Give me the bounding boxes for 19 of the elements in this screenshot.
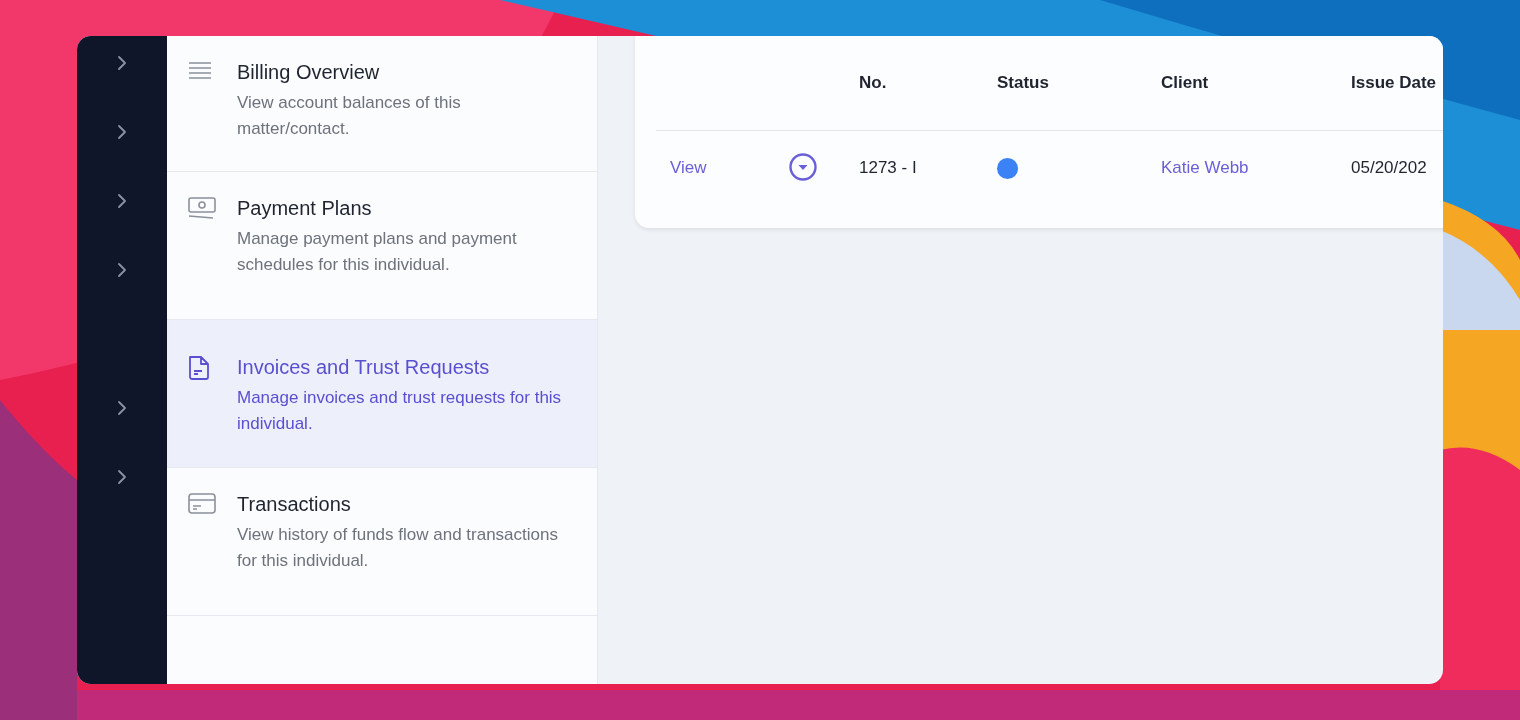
view-link[interactable]: View [670, 157, 707, 177]
menu-item-title: Billing Overview [237, 60, 381, 85]
menu-item-title: Transactions [237, 492, 352, 517]
column-header: Issue Date [1351, 73, 1437, 92]
column-header: No. [859, 73, 887, 92]
menu-item-description: View account balances of this matter/contact. [237, 92, 462, 140]
banknote-icon [187, 196, 217, 222]
menu-item-title: Payment Plans [237, 196, 373, 221]
issue-date: 05/20/202 [1351, 157, 1427, 177]
menu-item-description: Manage payment plans and payment schedules for this individual. [237, 228, 518, 276]
menu-item-description: Manage invoices and trust requests for this individual. [237, 387, 562, 435]
client-link[interactable]: Katie Webb [1161, 157, 1249, 177]
menu-item-title: Invoices and Trust Requests [237, 355, 491, 380]
invoice-number: 1273 - I [859, 157, 917, 177]
menu-item-description: View history of funds flow and transactions for this individual. [237, 524, 559, 572]
dropdown-button[interactable] [788, 152, 818, 183]
column-header: Status [997, 73, 1049, 92]
menu-item[interactable]: Invoices and Trust Requests Manage invoices and trust requests for this individual. [167, 320, 597, 468]
column-header: Client [1161, 73, 1209, 92]
